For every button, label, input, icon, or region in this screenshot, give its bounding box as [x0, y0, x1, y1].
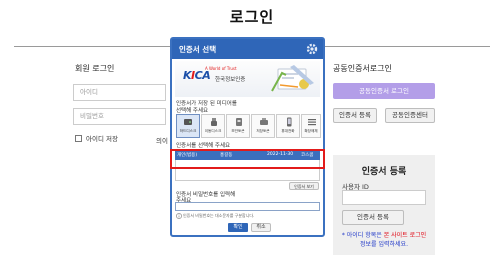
cert-select-label: 인증서를 선택해 주세요: [176, 143, 231, 149]
media-label: 이동디스크: [204, 129, 222, 133]
ok-button[interactable]: 확인: [228, 223, 248, 232]
cert-select-dialog: 인증서 선택 KICA A World of Trust 한국정보인증 인증서가…: [170, 37, 325, 237]
user-id-input[interactable]: [342, 190, 426, 205]
cert-register-notice-line2: 정보를 입력하세요.: [360, 241, 408, 248]
media-security-token[interactable]: 보안토큰: [226, 114, 250, 138]
notice-prefix: * 아이디 항목은: [341, 232, 384, 239]
cert-register-button[interactable]: 인증서 등록: [333, 108, 377, 123]
id-input[interactable]: 아이디: [73, 84, 166, 101]
media-hard-disk[interactable]: 하드디스크: [176, 114, 200, 138]
cancel-button[interactable]: 취소: [251, 223, 271, 232]
certificate-illustration: [271, 65, 314, 92]
gear-icon[interactable]: [305, 42, 319, 56]
cert-register-title: 인증서 등록: [361, 167, 407, 177]
media-extended[interactable]: 확장매체: [301, 114, 321, 138]
media-label: 휴대전화: [281, 129, 295, 133]
cert-register-panel: 인증서 등록 사용자 ID 인증서 등록 * 아이디 항목은 본 사이트 로그인…: [333, 155, 435, 255]
banner-tagline: A World of Trust: [205, 66, 237, 71]
partial-link[interactable]: 의이: [156, 135, 168, 145]
token-icon: [236, 118, 242, 126]
cert-register-submit-button[interactable]: 인증서 등록: [342, 210, 404, 225]
cert-center-button[interactable]: 공동인증센터: [385, 108, 435, 123]
media-storage-token[interactable]: 저장토큰: [251, 114, 275, 138]
cert-register-notice: * 아이디 항목은 본 사이트 로그인: [333, 230, 435, 239]
public-cert-login-button[interactable]: 공동인증서 로그인: [333, 83, 435, 99]
dialog-title: 인증서 선택: [179, 45, 217, 54]
page-title: 로그인: [229, 8, 275, 26]
media-mobile-phone[interactable]: 휴대전화: [276, 114, 300, 138]
member-login-heading: 회원 로그인: [75, 64, 115, 73]
usb-icon: [211, 118, 217, 126]
storage-token-icon: [260, 118, 268, 125]
password-hint: 인증서 비밀번호는 대소문자를 구분합니다.: [183, 213, 255, 218]
kica-banner: KICA A World of Trust 한국정보인증: [175, 61, 320, 97]
remember-id-label: 아이디 저장: [86, 135, 118, 143]
phone-icon: [287, 117, 292, 127]
public-cert-heading: 공동인증서로그인: [333, 64, 392, 73]
media-label: 저장토큰: [256, 129, 270, 133]
list-icon: [308, 119, 316, 126]
media-label-line2: 선택해 주세요: [176, 108, 209, 114]
info-icon: [176, 213, 182, 219]
notice-highlight: 본 사이트 로그인: [383, 232, 427, 239]
media-label: 보안토큰: [231, 129, 245, 133]
view-cert-button[interactable]: 인증서 보기: [289, 182, 319, 190]
dialog-titlebar: 인증서 선택: [172, 39, 323, 59]
password-input[interactable]: 비밀번호: [73, 108, 166, 125]
remember-id-checkbox[interactable]: [75, 135, 82, 142]
media-removable-disk[interactable]: 이동디스크: [201, 114, 225, 138]
hard-disk-icon: [184, 119, 192, 125]
media-label: 하드디스크: [179, 129, 197, 133]
media-label: 확장매체: [304, 129, 318, 133]
cert-password-input[interactable]: [175, 202, 320, 211]
banner-brand: 한국정보인증: [215, 77, 246, 83]
highlight-box: [170, 149, 325, 169]
